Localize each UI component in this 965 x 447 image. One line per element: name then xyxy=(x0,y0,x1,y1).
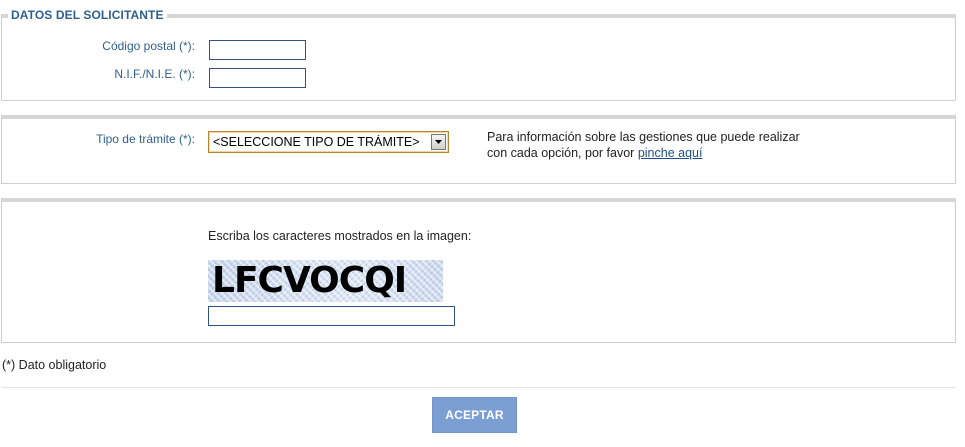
captcha-image: LFCVOCQI xyxy=(208,260,443,302)
accept-button[interactable]: ACEPTAR xyxy=(432,397,517,433)
captcha-image-text: LFCVOCQI xyxy=(212,260,407,301)
solicitante-fieldset: DATOS DEL SOLICITANTE Código postal (*):… xyxy=(1,8,956,101)
codigo-postal-label: Código postal (*): xyxy=(102,39,195,53)
nif-label: N.I.F./N.I.E. (*): xyxy=(114,67,195,81)
footer-divider xyxy=(2,387,956,388)
solicitante-legend: DATOS DEL SOLICITANTE xyxy=(8,8,167,22)
tramite-fieldset: Tipo de trámite (*): <SELECCIONE TIPO DE… xyxy=(1,115,956,184)
captcha-fieldset: Escriba los caracteres mostrados en la i… xyxy=(1,198,956,343)
captcha-input[interactable] xyxy=(208,306,455,326)
nif-input[interactable] xyxy=(209,68,306,88)
tramite-info: Para información sobre las gestiones que… xyxy=(487,129,817,161)
chevron-down-icon[interactable] xyxy=(431,134,446,150)
tipo-tramite-selected: <SELECCIONE TIPO DE TRÁMITE> xyxy=(213,135,420,149)
tipo-tramite-select[interactable]: <SELECCIONE TIPO DE TRÁMITE> xyxy=(208,131,449,153)
pinche-aqui-link[interactable]: pinche aquí xyxy=(638,146,703,160)
codigo-postal-input[interactable] xyxy=(209,40,306,60)
tipo-tramite-label: Tipo de trámite (*): xyxy=(96,132,195,146)
required-note: (*) Dato obligatorio xyxy=(2,358,107,372)
captcha-prompt: Escriba los caracteres mostrados en la i… xyxy=(208,229,472,243)
